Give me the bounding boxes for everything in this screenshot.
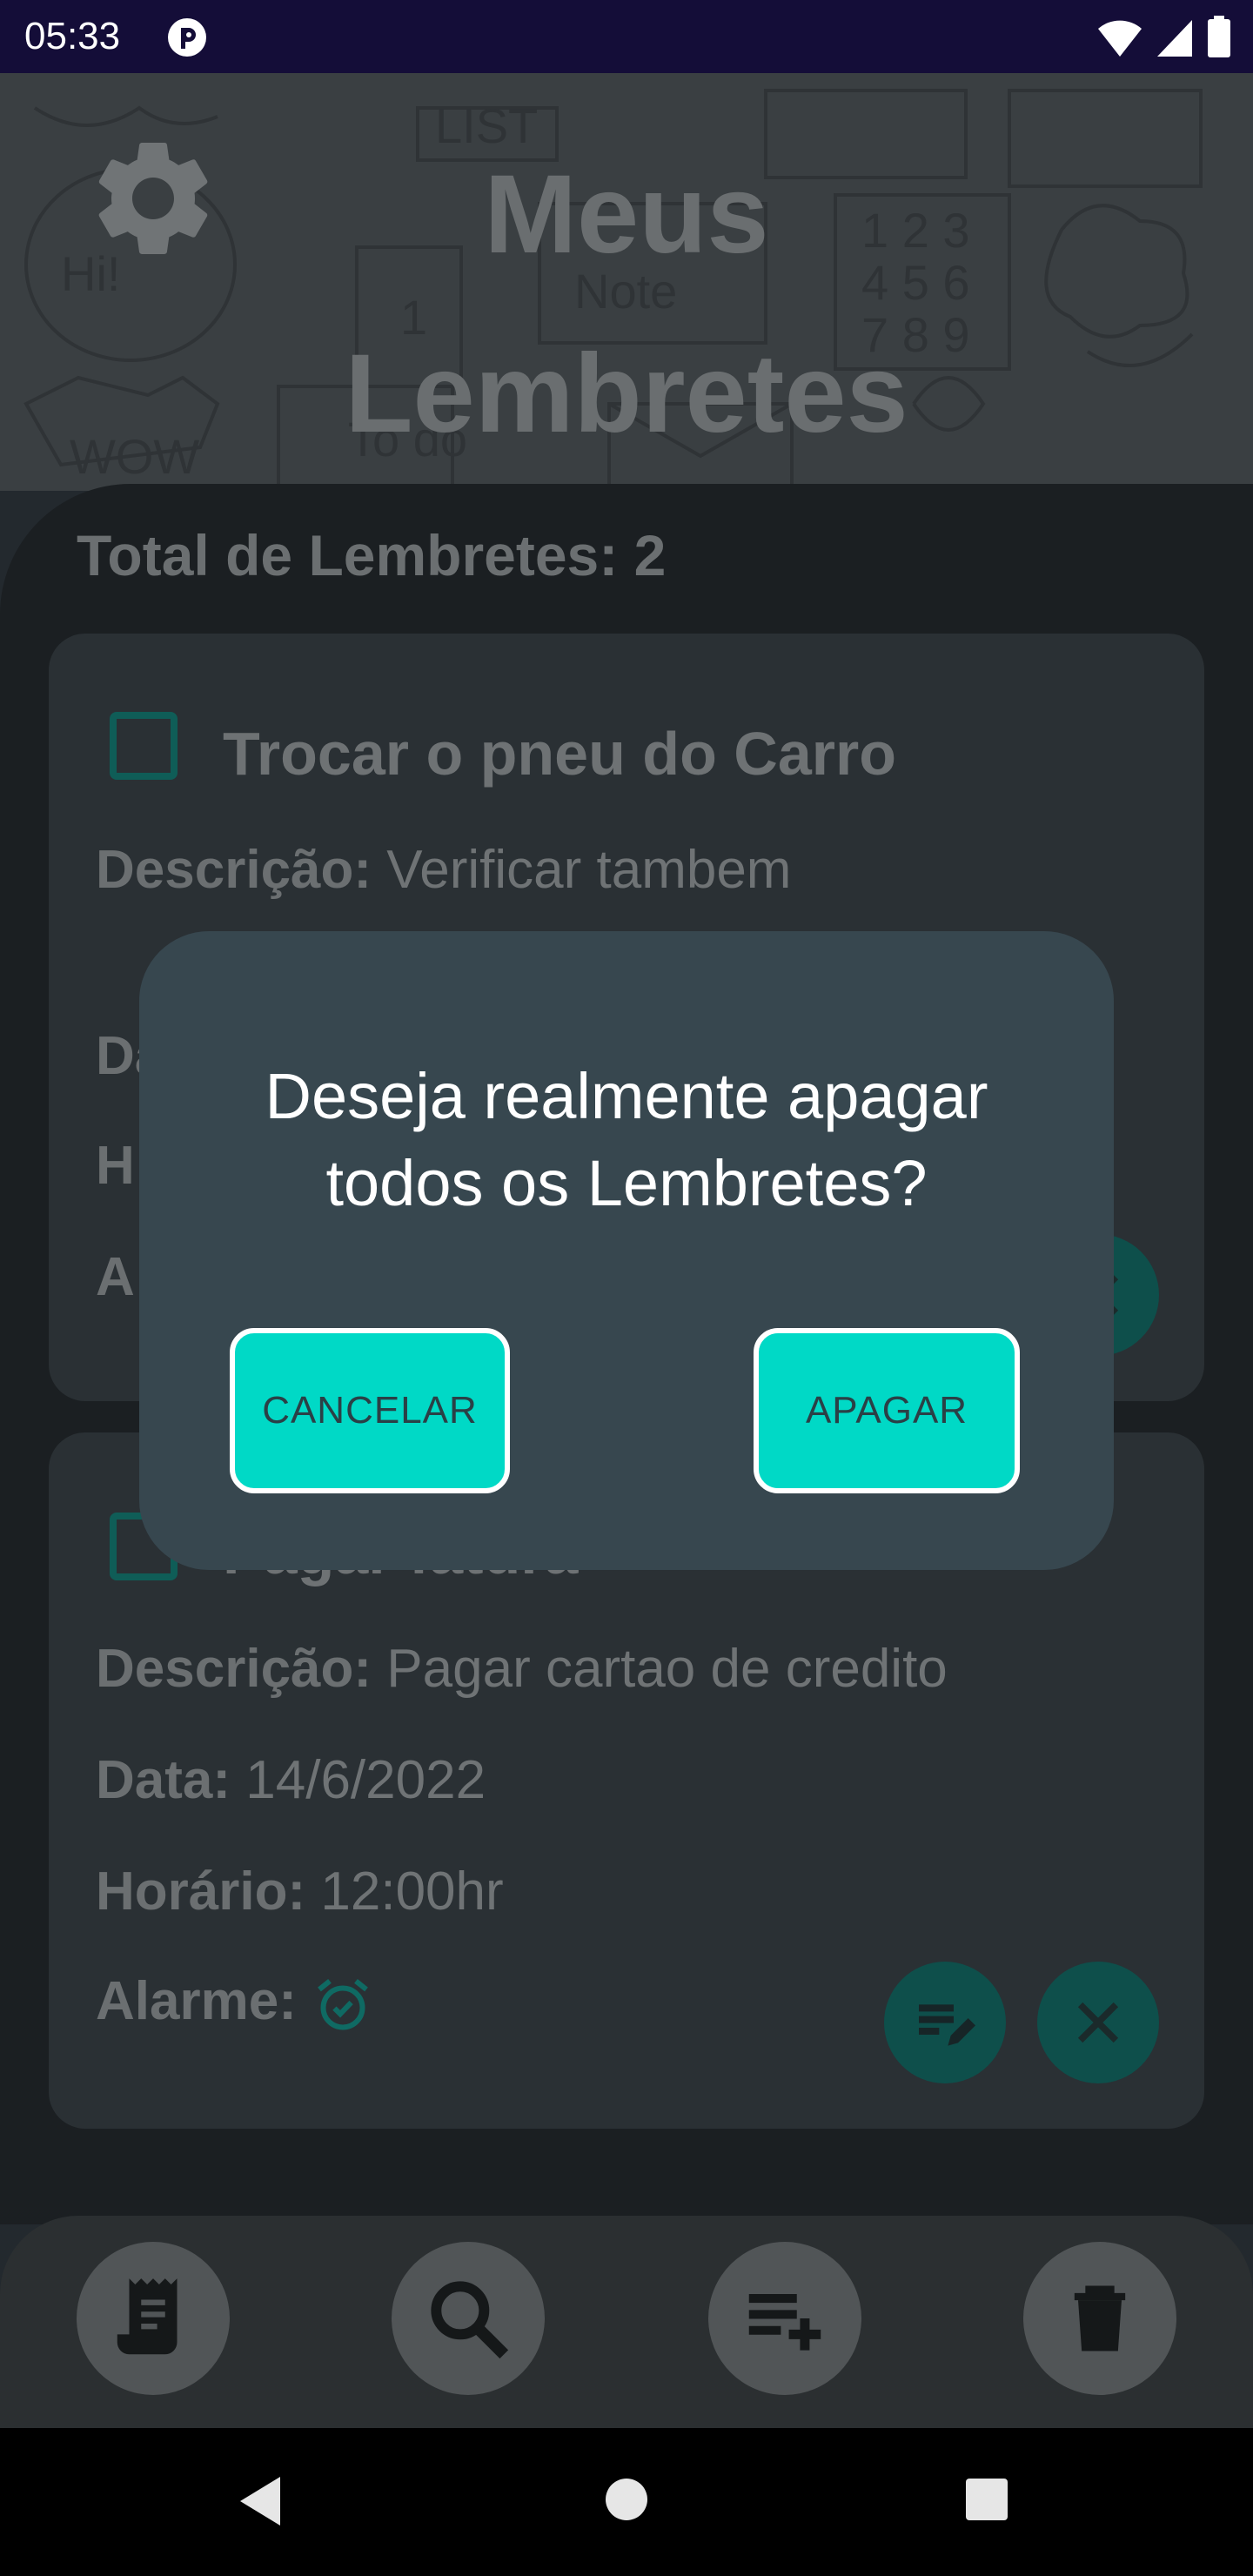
status-icons	[1096, 16, 1232, 59]
status-time: 05:33	[24, 15, 121, 57]
system-nav-bar	[0, 2428, 1253, 2576]
wifi-icon	[1098, 20, 1142, 57]
confirm-delete-dialog: Deseja realmente apagar todos os Lembret…	[139, 931, 1114, 1570]
app-screen: 05:33 Hi! Note To do WOW 1 2 3 4 5 6 7 8…	[0, 0, 1253, 2576]
status-bar: 05:33	[0, 0, 1253, 73]
cancel-button[interactable]: CANCELAR	[230, 1328, 510, 1493]
home-icon[interactable]	[604, 2477, 649, 2522]
back-icon[interactable]	[235, 2473, 287, 2529]
dialog-message-line1: Deseja realmente apagar	[265, 1060, 988, 1132]
signal-icon	[1157, 20, 1192, 57]
battery-icon	[1208, 16, 1230, 57]
dialog-message-line2: todos os Lembretes?	[325, 1147, 928, 1219]
dialog-message: Deseja realmente apagar todos os Lembret…	[191, 1053, 1062, 1227]
app-notification-icon	[168, 18, 206, 57]
confirm-delete-button[interactable]: APAGAR	[754, 1328, 1020, 1493]
recents-icon[interactable]	[964, 2477, 1009, 2522]
